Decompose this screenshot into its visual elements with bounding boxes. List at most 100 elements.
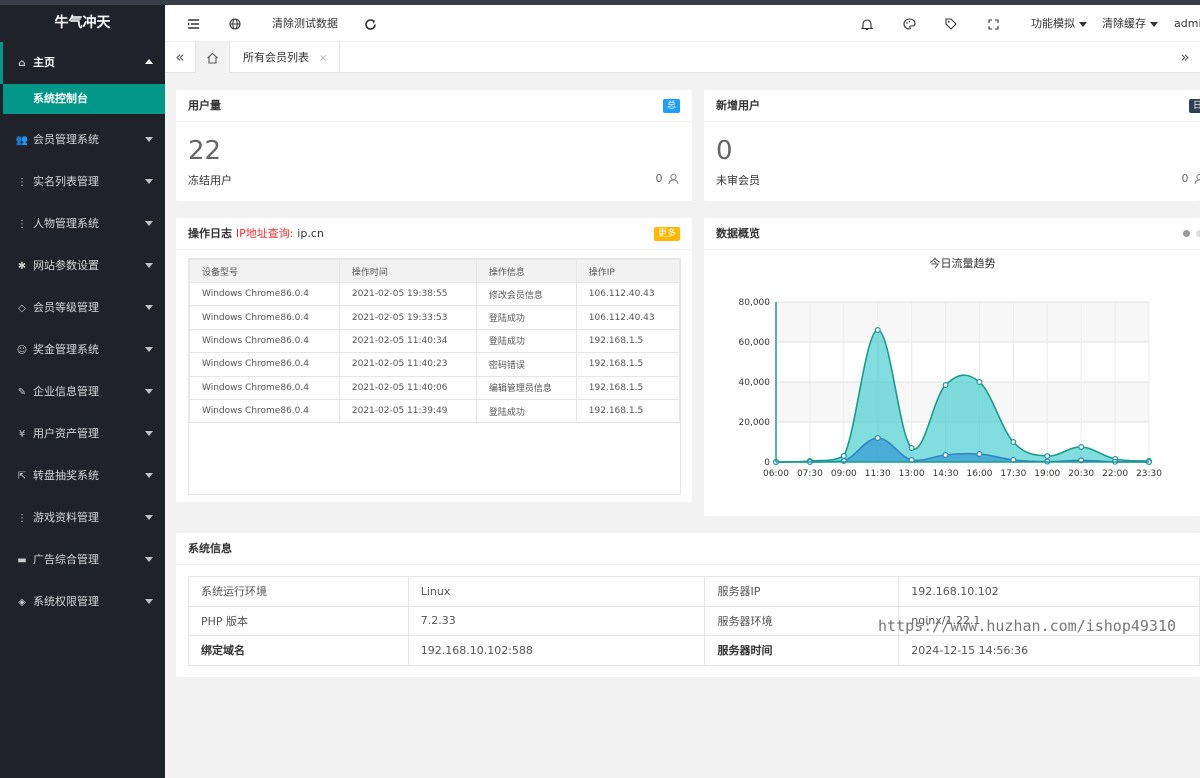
info-label: 绑定域名: [188, 635, 409, 666]
tabs-scroll-right-icon[interactable]: »: [1170, 42, 1200, 73]
info-label: 服务器环境: [704, 605, 900, 636]
table-cell: Windows Chrome86.0.4: [189, 398, 340, 424]
clear-test-data-button[interactable]: 清除测试数据: [272, 5, 338, 42]
close-icon[interactable]: ×: [319, 53, 327, 64]
x-tick-label: 23:30: [1136, 469, 1162, 479]
sidebar-item-4[interactable]: ◇ 会员等级管理: [0, 287, 165, 329]
sidebar-item-2[interactable]: ⋮ 人物管理系统: [0, 203, 165, 245]
log-column-header: 设备型号: [189, 259, 340, 283]
refresh-icon[interactable]: [364, 5, 377, 42]
sidebar-item-home[interactable]: ⌂ 主页: [0, 42, 165, 84]
palette-icon[interactable]: [903, 5, 916, 42]
feature-sim-label: 功能模拟: [1031, 17, 1075, 30]
chevron-down-icon: [145, 137, 153, 142]
x-tick-label: 17:30: [1000, 469, 1026, 479]
tab-bar: « 所有会员列表 × »: [165, 42, 1200, 73]
table-cell: 2021-02-05 19:33:53: [338, 305, 477, 330]
table-cell: 登陆成功: [475, 398, 577, 424]
home-icon: [207, 52, 218, 64]
chat-icon: ▬: [17, 555, 27, 566]
clear-cache-dropdown[interactable]: 清除缓存: [1102, 5, 1158, 42]
user-icon: [1194, 173, 1200, 185]
info-label: 服务器时间: [704, 635, 900, 666]
chevron-down-icon: [145, 263, 153, 268]
y-tick-label: 80,000: [739, 298, 771, 308]
menu-toggle-icon[interactable]: [187, 5, 200, 42]
table-row: Windows Chrome86.0.4 2021-02-05 11:40:06 编…: [189, 375, 681, 400]
chevron-down-icon: [145, 305, 153, 310]
chevron-down-icon: [145, 347, 153, 352]
tag-icon[interactable]: [945, 5, 957, 42]
yen-icon: ¥: [18, 429, 26, 440]
sidebar: 牛气冲天 ⌂ 主页 系统控制台 👥 会员管理系统 ⋮ 实名列表管理 ⋮ 人物管理系统 ✱ 网站参…: [0, 5, 165, 778]
fullscreen-icon[interactable]: [988, 5, 999, 42]
table-row: 系统运行环境 Linux 服务器IP 192.168.10.102: [188, 576, 1200, 607]
x-tick-label: 14:30: [933, 469, 959, 479]
sidebar-item-label: 主页: [33, 56, 55, 69]
sidebar-item-10[interactable]: ▬ 广告综合管理: [0, 539, 165, 581]
table-cell: Windows Chrome86.0.4: [189, 328, 340, 354]
pending-members-value-wrap: 0: [1182, 172, 1200, 185]
table-cell: Windows Chrome86.0.4: [189, 305, 340, 330]
log-title: 操作日志: [188, 227, 232, 240]
tab-home[interactable]: [195, 42, 230, 73]
tabs-scroll-left-icon[interactable]: «: [165, 42, 195, 73]
sidebar-item-label: 网站参数设置: [33, 259, 99, 272]
pending-members-row: 未审会员 0: [704, 168, 1200, 192]
table-cell: Windows Chrome86.0.4: [189, 375, 340, 400]
chevron-down-icon: [1079, 21, 1087, 27]
table-cell: 密码错误: [475, 352, 577, 377]
y-tick-label: 40,000: [739, 378, 771, 388]
feature-sim-dropdown[interactable]: 功能模拟: [1031, 5, 1087, 42]
table-cell: 2021-02-05 11:39:49: [338, 398, 477, 424]
sidebar-item-0[interactable]: 👥 会员管理系统: [0, 119, 165, 161]
sidebar-item-3[interactable]: ✱ 网站参数设置: [0, 245, 165, 287]
card-title: 系统信息: [176, 533, 1200, 565]
sidebar-item-label: 用户资产管理: [33, 427, 99, 440]
info-value: 192.168.10.102:588: [407, 635, 706, 666]
info-value: 192.168.10.102: [898, 576, 1200, 607]
smile-icon: ☺: [16, 345, 28, 356]
app-logo: 牛气冲天: [54, 15, 111, 31]
more-button[interactable]: 更多: [653, 227, 680, 241]
chevron-down-icon: [145, 515, 153, 520]
table-cell: 修改会员信息: [475, 281, 577, 307]
sidebar-subitem-console[interactable]: 系统控制台: [3, 84, 165, 114]
chevron-down-icon: [145, 431, 153, 436]
table-row: Windows Chrome86.0.4 2021-02-05 11:39:49 登…: [189, 398, 681, 424]
data-point: [976, 379, 983, 386]
tab-member-list[interactable]: 所有会员列表 ×: [231, 42, 341, 73]
ip-lookup-link[interactable]: ip.cn: [297, 227, 324, 240]
daily-badge: 日: [1188, 99, 1200, 113]
chevron-down-icon: [145, 557, 153, 562]
sidebar-item-5[interactable]: ☺ 奖金管理系统: [0, 329, 165, 371]
users-icon: 👥: [15, 135, 29, 146]
sidebar-item-11[interactable]: ◈ 系统权限管理: [0, 581, 165, 623]
log-column-header: 操作时间: [338, 259, 477, 283]
table-row: Windows Chrome86.0.4 2021-02-05 19:33:53 登…: [189, 305, 681, 330]
table-cell: Windows Chrome86.0.4: [189, 281, 340, 307]
traffic-chart: 今日流量趋势 0 20,000 40,000 60,000 80,000 06:00 07:3…: [739, 256, 1163, 479]
table-cell: 2021-02-05 11:40:34: [338, 328, 477, 354]
sidebar-item-8[interactable]: ⇱ 转盘抽奖系统: [0, 455, 165, 497]
bell-icon[interactable]: [860, 5, 874, 42]
carousel-dot[interactable]: [1196, 230, 1200, 237]
dots-icon: ⋮: [17, 177, 27, 188]
gear-icon: ✱: [17, 261, 27, 272]
info-label: 系统运行环境: [188, 576, 409, 607]
globe-icon[interactable]: [229, 5, 241, 42]
sidebar-item-1[interactable]: ⋮ 实名列表管理: [0, 161, 165, 203]
card-title-text: 新增用户: [716, 99, 760, 112]
table-row: Windows Chrome86.0.4 2021-02-05 11:40:23 密…: [189, 352, 681, 377]
data-point: [976, 451, 983, 458]
table-cell: 192.168.1.5: [575, 398, 681, 424]
data-point: [874, 326, 881, 333]
sidebar-item-9[interactable]: ⋮ 游戏资料管理: [0, 497, 165, 539]
sidebar-item-label: 奖金管理系统: [33, 343, 99, 356]
sidebar-item-label: 系统权限管理: [33, 595, 99, 608]
carousel-dot-active[interactable]: [1183, 230, 1190, 237]
data-point: [942, 382, 949, 389]
sidebar-item-6[interactable]: ✎ 企业信息管理: [0, 371, 165, 413]
sidebar-item-7[interactable]: ¥ 用户资产管理: [0, 413, 165, 455]
user-menu[interactable]: admin: [1174, 5, 1200, 42]
